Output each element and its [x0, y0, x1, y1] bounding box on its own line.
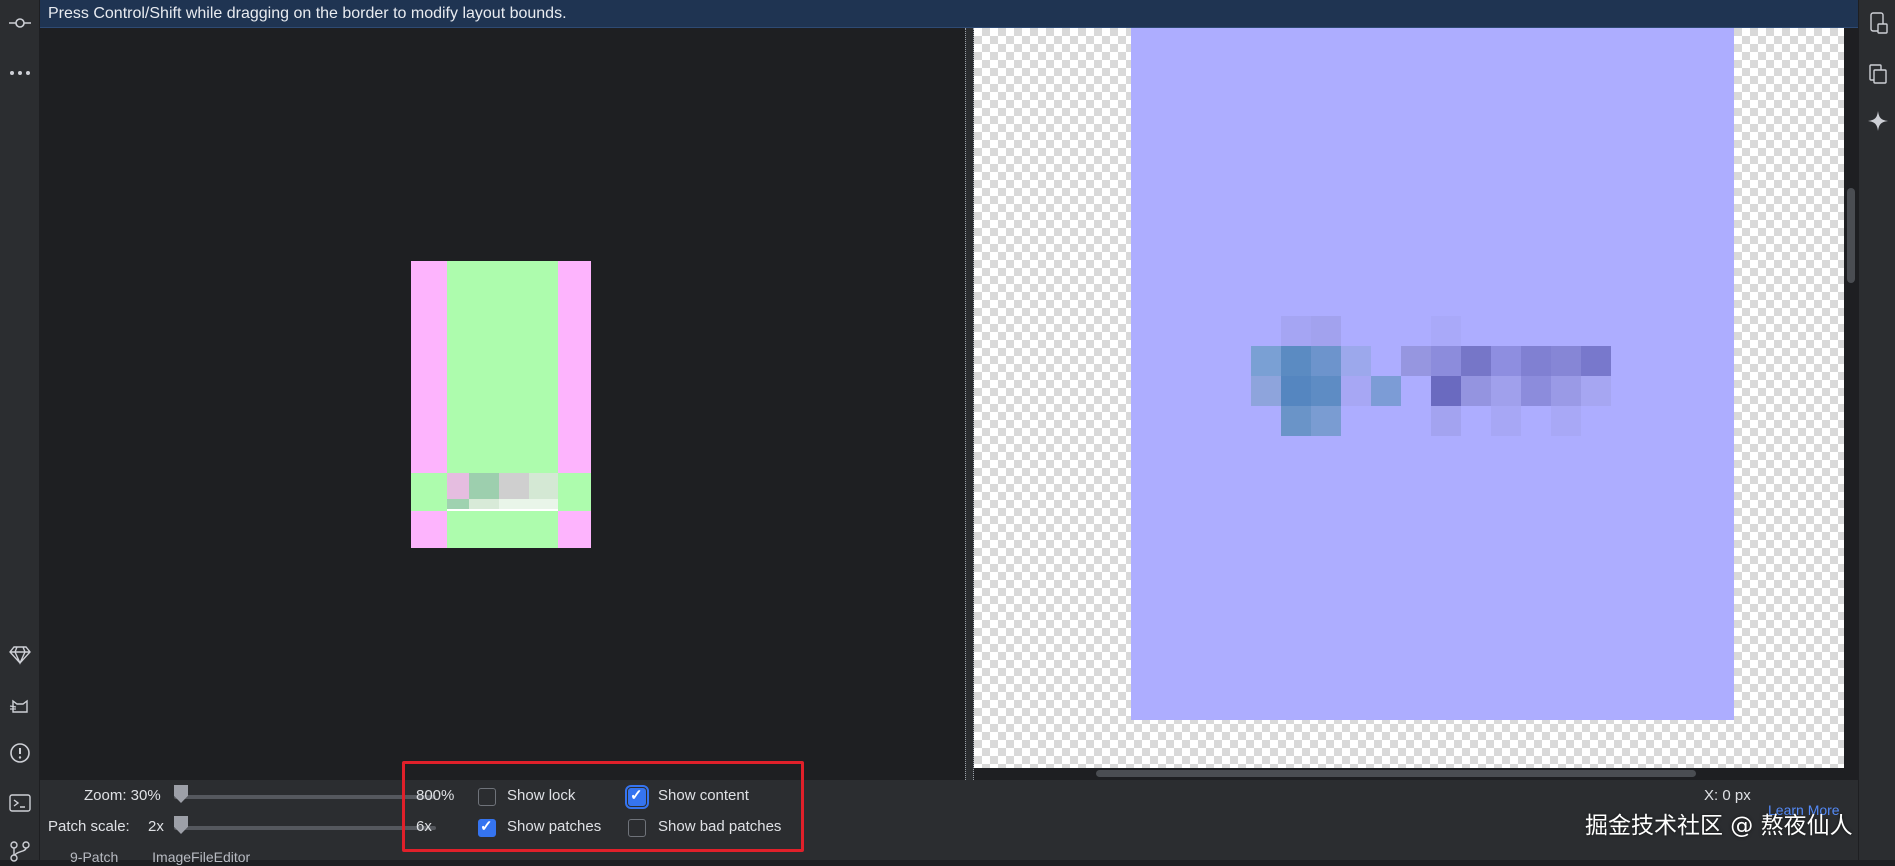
- right-fixed-column-bottom: [558, 511, 591, 548]
- preview-pixel: [1431, 376, 1461, 406]
- preview-pixel: [1551, 346, 1581, 376]
- preview-pixel: [1521, 346, 1551, 376]
- patch-scale-slider-thumb[interactable]: [174, 816, 188, 834]
- preview-pixel: [1491, 346, 1521, 376]
- layout-bounds-hint-banner: Press Control/Shift while dragging on th…: [40, 0, 1858, 28]
- preview-pixel: [1281, 376, 1311, 406]
- patch-scale-max-label: 6x: [416, 818, 432, 835]
- git-icon[interactable]: [0, 836, 40, 866]
- vertical-scrollbar-thumb[interactable]: [1847, 188, 1855, 283]
- show-patches-label[interactable]: Show patches: [507, 818, 601, 835]
- horizontal-scrollbar-thumb[interactable]: [1096, 770, 1696, 777]
- content-pixel: [469, 473, 499, 499]
- hint-text: Press Control/Shift while dragging on th…: [48, 4, 567, 22]
- content-pixel: [499, 473, 529, 499]
- tab-image-file-editor[interactable]: ImageFileEditor: [152, 849, 250, 865]
- content-pixel: [499, 499, 558, 509]
- preview-pixel: [1461, 376, 1491, 406]
- x-coordinate-readout: X: 0 px: [1704, 787, 1751, 804]
- ninepatch-source-image[interactable]: [411, 261, 591, 548]
- patch-scale-label: Patch scale:: [48, 818, 130, 835]
- zoom-label: Zoom: 30%: [84, 787, 161, 804]
- preview-pixel: [1281, 406, 1311, 436]
- preview-pixel: [1491, 406, 1521, 436]
- preview-pixel: [1491, 376, 1521, 406]
- preview-pixel: [1311, 406, 1341, 436]
- preview-pixel: [1581, 346, 1611, 376]
- device-manager-icon[interactable]: [1859, 8, 1895, 38]
- editor-bottom-tabs: 9-Patch ImageFileEditor: [70, 849, 250, 865]
- zoom-slider-thumb[interactable]: [174, 785, 188, 803]
- show-bad-patches-checkbox[interactable]: [628, 819, 646, 837]
- show-content-checkbox[interactable]: ✓: [625, 785, 649, 809]
- preview-pixel: [1371, 376, 1401, 406]
- preview-pixel: [1311, 316, 1341, 346]
- ninepatch-editor-canvas[interactable]: [40, 28, 965, 780]
- show-lock-checkbox[interactable]: [478, 788, 496, 806]
- show-content-label[interactable]: Show content: [658, 787, 749, 804]
- sparkle-icon[interactable]: [1859, 106, 1895, 136]
- preview-pixel: [1251, 346, 1281, 376]
- tab-9-patch[interactable]: 9-Patch: [70, 849, 118, 865]
- stretched-preview-image: [1131, 28, 1734, 720]
- cat-icon[interactable]: [0, 690, 40, 720]
- terminal-icon[interactable]: [0, 788, 40, 818]
- preview-pixel: [1431, 346, 1461, 376]
- show-bad-patches-label[interactable]: Show bad patches: [658, 818, 781, 835]
- preview-pixel: [1401, 346, 1431, 376]
- preview-pixel: [1431, 406, 1461, 436]
- content-pixel: [447, 499, 469, 509]
- ninepatch-preview-pane[interactable]: [974, 28, 1844, 768]
- content-pixel: [447, 473, 469, 499]
- zoom-slider-track[interactable]: [174, 795, 436, 799]
- left-fixed-column-top: [411, 261, 447, 473]
- patch-scale-slider-track[interactable]: [174, 826, 436, 830]
- pane-splitter[interactable]: [965, 28, 974, 780]
- preview-pixel: [1281, 316, 1311, 346]
- patch-scale-value: 2x: [148, 818, 164, 835]
- preview-pixel: [1551, 376, 1581, 406]
- clipboard-icon[interactable]: [1859, 58, 1895, 88]
- checkmark-icon: ✓: [480, 818, 493, 835]
- right-tool-window-bar: [1858, 0, 1895, 860]
- commit-icon[interactable]: [0, 8, 40, 38]
- preview-pixel: [1551, 406, 1581, 436]
- preview-pixel: [1341, 346, 1371, 376]
- preview-pixel: [1461, 346, 1491, 376]
- checkmark-icon: ✓: [630, 787, 643, 804]
- right-fixed-column-top: [558, 261, 591, 473]
- preview-pixel: [1581, 376, 1611, 406]
- content-bound-line: [447, 509, 558, 511]
- preview-pixel: [1251, 376, 1281, 406]
- preview-pixel: [1311, 376, 1341, 406]
- preview-pixel: [1431, 316, 1461, 346]
- more-icon[interactable]: [0, 58, 40, 88]
- show-patches-checkbox[interactable]: ✓: [478, 818, 496, 837]
- watermark: 掘金技术社区 @ 熬夜仙人: [1585, 813, 1853, 839]
- preview-pixel: [1341, 376, 1371, 406]
- left-tool-window-bar: [0, 0, 40, 862]
- preview-pixel: [1521, 376, 1551, 406]
- problems-icon[interactable]: [0, 738, 40, 768]
- zoom-max-label: 800%: [416, 787, 455, 804]
- preview-pixel: [1281, 346, 1311, 376]
- preview-vertical-scrollbar[interactable]: [1844, 28, 1858, 780]
- show-lock-label[interactable]: Show lock: [507, 787, 575, 804]
- left-fixed-column-bottom: [411, 511, 447, 548]
- content-pixel: [529, 473, 558, 499]
- gem-icon[interactable]: [0, 640, 40, 670]
- preview-horizontal-scrollbar[interactable]: [974, 768, 1844, 780]
- preview-pixel: [1311, 346, 1341, 376]
